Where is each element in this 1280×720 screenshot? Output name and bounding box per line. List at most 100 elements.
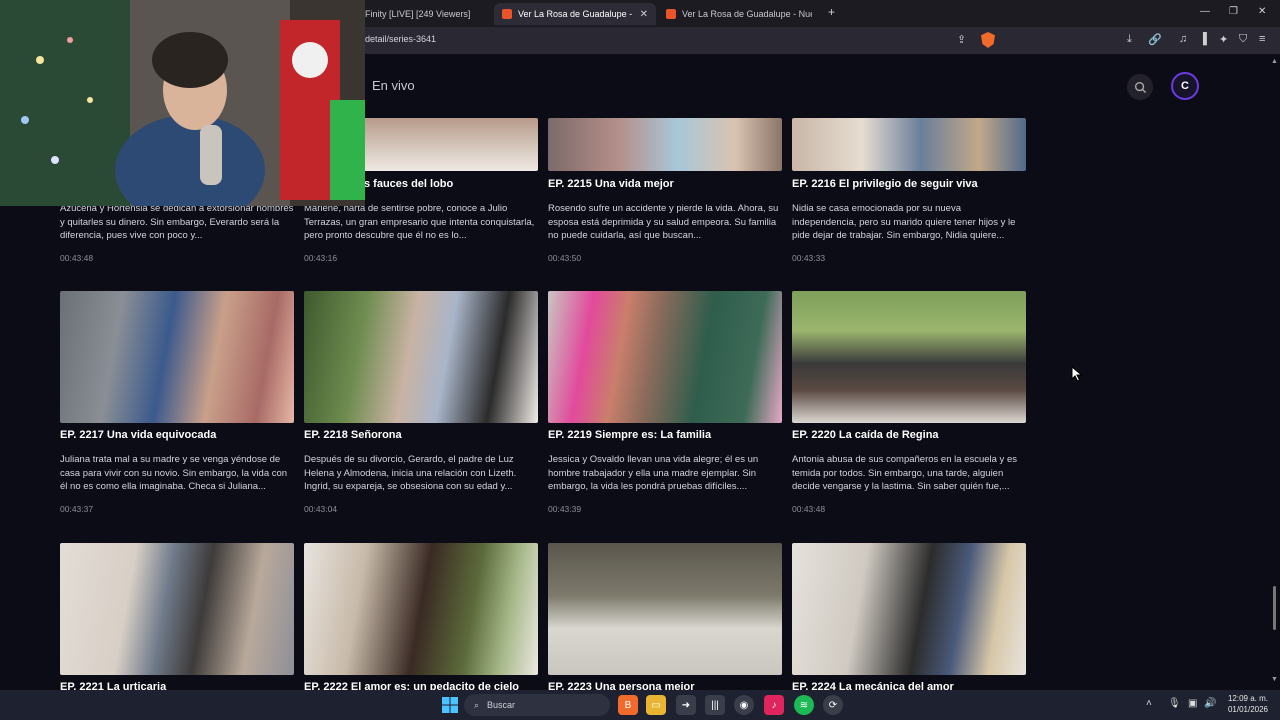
page-scrollbar[interactable]: ▲ ▼ [1271, 54, 1278, 690]
search-icon: ⌕ [474, 699, 480, 710]
episode-title: EP. 2215 Una vida mejor [548, 178, 674, 190]
episode-duration: 00:43:16 [304, 253, 338, 263]
restore-icon[interactable]: ❐ [1229, 6, 1238, 17]
tab-label: Ver La Rosa de Guadalupe - Nue [518, 9, 632, 19]
episode-card[interactable]: EP. 2222 El amor es: un pedacito de ciel… [304, 543, 538, 690]
episode-duration: 00:43:39 [548, 504, 582, 514]
taskbar: ⌕ Buscar B ▭ ➜ ||| ◉ ♪ ≋ ⟳ ˄ 🎙 ▣ 🔊 12:09… [0, 690, 1280, 720]
episode-title: EP. 2219 Siempre es: La familia [548, 429, 712, 441]
search-icon [1134, 81, 1146, 93]
app-refresh-icon[interactable]: ⟳ [823, 695, 843, 715]
episode-card[interactable]: EP. 2215 Una vida mejor Rosendo sufre un… [548, 118, 782, 268]
episode-thumbnail[interactable] [304, 291, 538, 423]
episode-thumbnail[interactable] [60, 543, 294, 675]
site-favicon-icon [666, 9, 676, 19]
app-arrow-icon[interactable]: ➜ [676, 695, 696, 715]
episode-description: Marlene, harta de sentirse pobre, conoce… [304, 203, 535, 241]
episode-thumbnail[interactable] [304, 543, 538, 675]
episode-duration: 00:43:50 [548, 253, 582, 263]
close-window-icon[interactable]: ✕ [1258, 6, 1266, 17]
tab-label: Ver La Rosa de Guadalupe - Nuevos e [682, 9, 812, 19]
tab-finity-live[interactable]: Finity [LIVE] [249 Viewers] [357, 3, 492, 25]
taskbar-search[interactable]: ⌕ Buscar [464, 694, 610, 716]
microphone-icon[interactable]: 🎙 [1168, 698, 1181, 709]
spotify-icon[interactable]: ≋ [794, 695, 814, 715]
episode-title: EP. 2216 El privilegio de seguir viva [792, 178, 978, 190]
search-placeholder: Buscar [487, 700, 516, 710]
link-icon[interactable]: 🔗 [1148, 33, 1162, 46]
episode-title: EP. 2224 La mecánica del amor [792, 681, 954, 690]
close-tab-icon[interactable]: ✕ [640, 9, 648, 20]
episode-description: Nidia se casa emocionada por su nueva in… [792, 203, 1016, 241]
clock-time: 12:09 a. m. [1227, 694, 1268, 703]
episode-card[interactable]: EP. 2221 La urticaria [60, 543, 294, 690]
scrollbar-thumb[interactable] [1273, 586, 1276, 630]
episode-thumbnail[interactable] [792, 291, 1026, 423]
scroll-up-icon[interactable]: ▲ [1271, 58, 1278, 65]
share-icon[interactable]: ⇪ [957, 33, 966, 46]
webcam-overlay [0, 0, 365, 206]
minimize-icon[interactable]: — [1200, 6, 1210, 17]
episode-title: EP. 2217 Una vida equivocada [60, 429, 217, 441]
episode-card[interactable]: EP. 2224 La mecánica del amor [792, 543, 1026, 690]
mouse-cursor-icon [1071, 366, 1083, 382]
episode-duration: 00:43:48 [792, 504, 826, 514]
url-field[interactable]: detail/series-3641 [365, 34, 436, 44]
new-tab-button[interactable]: + [828, 5, 835, 19]
file-explorer-icon[interactable]: ▭ [646, 695, 666, 715]
scroll-down-icon[interactable]: ▼ [1271, 676, 1278, 683]
tiktok-icon[interactable]: ♪ [764, 695, 784, 715]
episode-thumbnail[interactable] [60, 291, 294, 423]
episode-title: EP. 2218 Señorona [304, 429, 402, 441]
tab-rosa-guadalupe-active[interactable]: Ver La Rosa de Guadalupe - Nue ✕ [494, 3, 656, 25]
episode-description: Azucena y Hortensia se dedican a extorsi… [60, 203, 294, 241]
episode-card[interactable]: EP. 2220 La caída de Regina Antonia abus… [792, 291, 1026, 521]
episode-title: EP. 2221 La urticaria [60, 681, 167, 690]
sidebar-icon[interactable]: ▐ [1199, 33, 1207, 45]
episode-title: EP. 2222 El amor es: un pedacito de ciel… [304, 681, 519, 690]
episode-description: Antonia abusa de sus compañeros en la es… [792, 454, 1017, 492]
episode-thumbnail[interactable] [548, 291, 782, 423]
download-icon[interactable]: ⤓ [1127, 33, 1132, 46]
windows-start-icon[interactable] [440, 695, 460, 715]
episode-title: EP. 2223 Una persona mejor [548, 681, 695, 690]
episode-card[interactable]: EP. 2217 Una vida equivocada Juliana tra… [60, 291, 294, 521]
episode-duration: 00:43:04 [304, 504, 338, 514]
app-bars-icon[interactable]: ||| [705, 695, 725, 715]
episode-description: Jessica y Osvaldo llevan una vida alegre… [548, 454, 759, 492]
tab-label: Finity [LIVE] [249 Viewers] [365, 9, 471, 19]
music-icon[interactable]: ♫ [1179, 33, 1187, 45]
menu-icon[interactable]: ≡ [1259, 33, 1265, 45]
network-icon[interactable]: ▣ [1188, 698, 1197, 709]
ai-icon[interactable]: ✦ [1219, 33, 1228, 46]
search-button[interactable] [1127, 74, 1153, 100]
avatar[interactable]: C [1171, 72, 1199, 100]
episode-description: Después de su divorcio, Gerardo, el padr… [304, 454, 517, 492]
episode-card[interactable]: EP. 2223 Una persona mejor [548, 543, 782, 690]
episode-title: s fauces del lobo [364, 178, 454, 190]
site-favicon-icon [502, 9, 512, 19]
episode-thumbnail[interactable] [548, 543, 782, 675]
episode-thumbnail[interactable] [792, 543, 1026, 675]
nav-live-link[interactable]: En vivo [372, 78, 415, 93]
system-clock[interactable]: 12:09 a. m. 01/01/2026 [1222, 693, 1268, 715]
screen: Finity [LIVE] [249 Viewers] Ver La Rosa … [0, 0, 1280, 720]
episode-description: Rosendo sufre un accidente y pierde la v… [548, 203, 779, 241]
volume-icon[interactable]: 🔊 [1204, 698, 1216, 709]
episode-card[interactable]: EP. 2219 Siempre es: La familia Jessica … [548, 291, 782, 521]
episode-title: EP. 2220 La caída de Regina [792, 429, 939, 441]
episode-card[interactable]: EP. 2218 Señorona Después de su divorcio… [304, 291, 538, 521]
episode-duration: 00:43:33 [792, 253, 826, 263]
episode-description: Juliana trata mal a su madre y se venga … [60, 454, 288, 492]
episode-thumbnail[interactable] [548, 118, 782, 171]
tab-rosa-guadalupe-2[interactable]: Ver La Rosa de Guadalupe - Nuevos e [658, 3, 820, 25]
episode-duration: 00:43:37 [60, 504, 94, 514]
shield-icon[interactable]: ⛉ [1239, 33, 1247, 46]
episode-thumbnail[interactable] [792, 118, 1026, 171]
episode-card[interactable]: EP. 2216 El privilegio de seguir viva Ni… [792, 118, 1026, 268]
episode-duration: 00:43:48 [60, 253, 94, 263]
brave-browser-icon[interactable]: B [618, 695, 638, 715]
obs-icon[interactable]: ◉ [734, 695, 754, 715]
tray-chevron-icon[interactable]: ˄ [1146, 698, 1152, 709]
clock-date: 01/01/2026 [1227, 705, 1268, 714]
